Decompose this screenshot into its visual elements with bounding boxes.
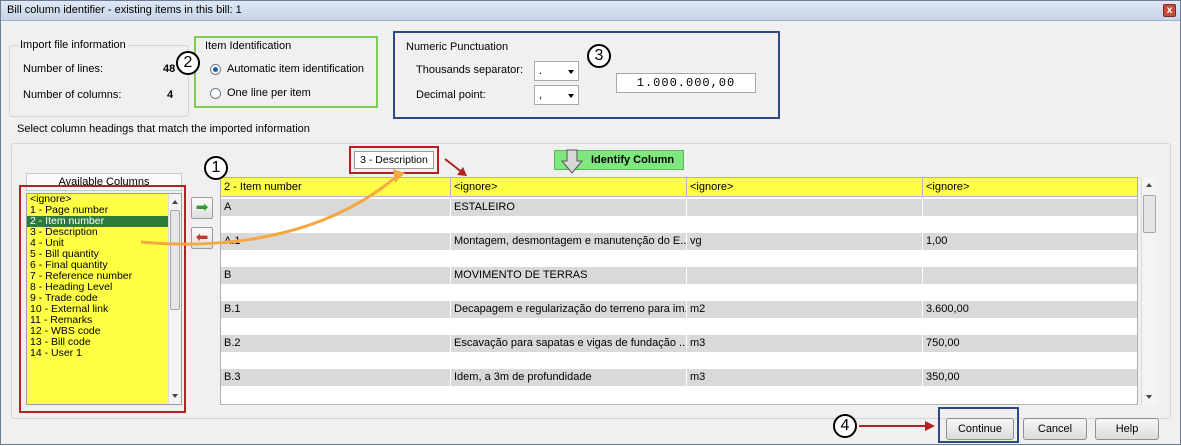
callout-2: 2 <box>176 51 200 75</box>
callout-3: 3 <box>587 44 611 68</box>
callout-4: 4 <box>833 414 857 438</box>
callout-1: 1 <box>204 156 228 180</box>
dialog-window: Bill column identifier - existing items … <box>0 0 1181 445</box>
